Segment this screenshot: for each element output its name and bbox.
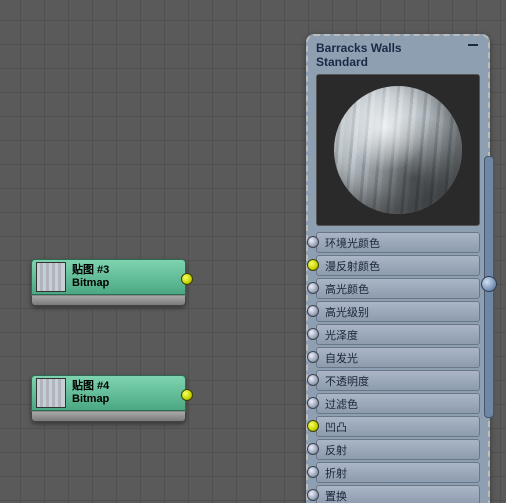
material-slot[interactable]: 凹凸 <box>316 416 480 437</box>
node-base <box>31 295 186 306</box>
node-base <box>31 411 186 422</box>
slot-label: 自发光 <box>325 350 358 366</box>
output-port[interactable] <box>181 273 193 285</box>
input-port[interactable] <box>307 397 319 409</box>
node-title: 贴图 #3 <box>72 264 109 277</box>
slot-label: 折射 <box>325 465 347 481</box>
input-port[interactable] <box>307 282 319 294</box>
material-name: Barracks Walls <box>316 41 480 55</box>
slot-label: 高光颜色 <box>325 281 369 297</box>
panel-scroll-handle[interactable] <box>481 276 497 292</box>
input-port[interactable] <box>307 420 319 432</box>
input-port[interactable] <box>307 351 319 363</box>
input-port[interactable] <box>307 443 319 455</box>
material-slot[interactable]: 环境光颜色 <box>316 232 480 253</box>
input-port[interactable] <box>307 236 319 248</box>
material-preview[interactable] <box>316 74 480 226</box>
input-port[interactable] <box>307 259 319 271</box>
preview-sphere <box>334 86 462 214</box>
slot-label: 过滤色 <box>325 396 358 412</box>
material-header[interactable]: Barracks Walls Standard <box>308 36 488 72</box>
node-type: Bitmap <box>72 393 109 406</box>
map-node-1[interactable]: 贴图 #3 Bitmap <box>31 259 186 306</box>
slot-label: 高光级别 <box>325 304 369 320</box>
node-title: 贴图 #4 <box>72 380 109 393</box>
minimize-icon[interactable] <box>468 44 478 46</box>
slot-label: 环境光颜色 <box>325 235 380 251</box>
material-slot[interactable]: 高光级别 <box>316 301 480 322</box>
material-slot[interactable]: 光泽度 <box>316 324 480 345</box>
slot-label: 反射 <box>325 442 347 458</box>
slot-label: 漫反射颜色 <box>325 258 380 274</box>
material-slots: 环境光颜色漫反射颜色高光颜色高光级别光泽度自发光不透明度过滤色凹凸反射折射置换 <box>308 232 488 503</box>
material-slot[interactable]: 过滤色 <box>316 393 480 414</box>
map-node-2[interactable]: 贴图 #4 Bitmap <box>31 375 186 422</box>
material-panel[interactable]: Barracks Walls Standard 环境光颜色漫反射颜色高光颜色高光… <box>306 34 490 503</box>
material-slot[interactable]: 漫反射颜色 <box>316 255 480 276</box>
input-port[interactable] <box>307 489 319 501</box>
slot-label: 置换 <box>325 488 347 503</box>
material-slot[interactable]: 自发光 <box>316 347 480 368</box>
slot-label: 不透明度 <box>325 373 369 389</box>
node-body[interactable]: 贴图 #4 Bitmap <box>31 375 186 411</box>
slot-label: 凹凸 <box>325 419 347 435</box>
material-slot[interactable]: 置换 <box>316 485 480 503</box>
material-type: Standard <box>316 55 480 69</box>
node-editor-canvas[interactable]: 贴图 #3 Bitmap 贴图 #4 Bitmap Barracks Walls… <box>0 0 506 503</box>
material-slot[interactable]: 反射 <box>316 439 480 460</box>
slot-label: 光泽度 <box>325 327 358 343</box>
input-port[interactable] <box>307 328 319 340</box>
input-port[interactable] <box>307 466 319 478</box>
bitmap-thumbnail-icon <box>36 378 66 408</box>
material-slot[interactable]: 不透明度 <box>316 370 480 391</box>
material-slot[interactable]: 折射 <box>316 462 480 483</box>
node-body[interactable]: 贴图 #3 Bitmap <box>31 259 186 295</box>
bitmap-thumbnail-icon <box>36 262 66 292</box>
input-port[interactable] <box>307 305 319 317</box>
material-slot[interactable]: 高光颜色 <box>316 278 480 299</box>
node-type: Bitmap <box>72 277 109 290</box>
input-port[interactable] <box>307 374 319 386</box>
output-port[interactable] <box>181 389 193 401</box>
